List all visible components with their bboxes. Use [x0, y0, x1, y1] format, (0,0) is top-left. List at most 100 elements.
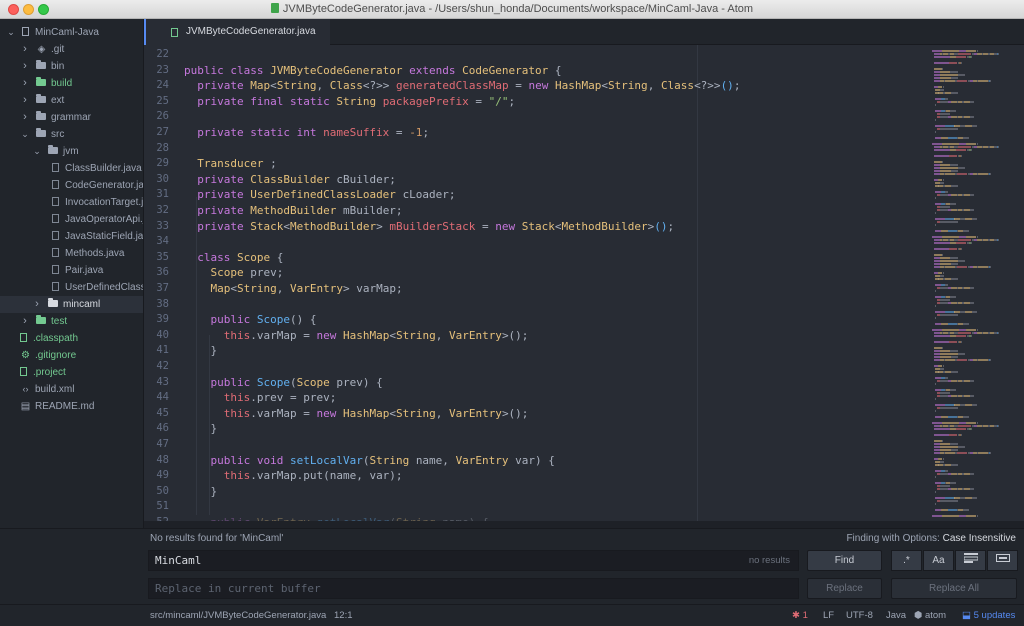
- minimap-line: [977, 359, 988, 361]
- code-line: private Stack<MethodBuilder> mBuilderSta…: [184, 219, 675, 233]
- tree-item[interactable]: › test: [0, 313, 143, 330]
- status-updates[interactable]: ⬓ 5 updates: [962, 605, 1015, 626]
- tree-item[interactable]: ⌄ jvm: [0, 143, 143, 160]
- line-number: 38: [156, 297, 169, 310]
- status-grammar[interactable]: Java: [886, 605, 906, 626]
- markdown-icon: ▤: [20, 401, 31, 412]
- minimap-line: [956, 80, 968, 82]
- tree-item[interactable]: InvocationTarget.java: [0, 194, 143, 211]
- tree-view[interactable]: ⌄ MinCaml-Java › ◈ .git › bin › build › ext › gramma…: [0, 19, 144, 528]
- tree-item[interactable]: JavaStaticField.java: [0, 228, 144, 245]
- tree-item-label: .classpath: [33, 333, 79, 344]
- tree-item[interactable]: › ◈ .git: [0, 41, 143, 58]
- minimap-line: [940, 137, 948, 139]
- minimap-line: [950, 443, 958, 445]
- tree-item[interactable]: › build: [0, 75, 143, 92]
- minimap-line: [965, 515, 976, 517]
- minimap-line: [976, 143, 978, 145]
- minimap-line: [948, 434, 957, 436]
- chevron-right-icon[interactable]: ›: [20, 313, 30, 330]
- bug-report[interactable]: ✱ 1: [792, 605, 808, 626]
- replace-all-button[interactable]: Replace All: [891, 578, 1017, 599]
- tree-item[interactable]: ClassBuilder.java: [0, 160, 143, 177]
- find-options-value: Case Insensitive: [942, 533, 1016, 544]
- minimap-line: [940, 257, 951, 259]
- tree-item-label: mincaml: [63, 299, 101, 310]
- code-line: public void setLocalVar(String name, Var…: [184, 453, 555, 467]
- minimap-line: [976, 236, 978, 238]
- minimap-line: [940, 446, 959, 448]
- minimap-line: [944, 266, 956, 268]
- tree-item[interactable]: ▤ README.md: [0, 398, 143, 415]
- tree-item[interactable]: CodeGenerator.java: [0, 177, 143, 194]
- tree-item-label: JavaStaticField.java: [65, 231, 144, 242]
- tree-item[interactable]: UserDefinedClassLoader.java: [0, 279, 143, 296]
- find-result-count: no results: [748, 555, 790, 566]
- chevron-right-icon[interactable]: ›: [20, 41, 30, 58]
- tree-item[interactable]: JavaOperatorApi.java: [0, 211, 143, 228]
- tab-jvmbytecodegenerator[interactable]: JVMByteCodeGenerator.java: [144, 19, 330, 45]
- chevron-down-icon[interactable]: ⌄: [32, 143, 42, 160]
- tree-item[interactable]: ⚙ .gitignore: [0, 347, 143, 364]
- whole-word-toggle[interactable]: [987, 550, 1018, 571]
- folder-icon: [36, 94, 46, 103]
- minimap-line: [960, 155, 962, 157]
- line-number: 28: [156, 141, 169, 154]
- tree-item[interactable]: ‹› build.xml: [0, 381, 143, 398]
- replace-input[interactable]: Replace in current buffer: [148, 578, 799, 599]
- tree-item[interactable]: › mincaml: [0, 296, 143, 313]
- minimap-line: [963, 416, 969, 418]
- minimap-line: [933, 161, 943, 163]
- status-encoding[interactable]: UTF-8: [846, 605, 873, 626]
- line-number: 32: [156, 204, 169, 216]
- tree-item[interactable]: › ext: [0, 92, 143, 109]
- chevron-right-icon[interactable]: ›: [20, 109, 30, 126]
- tree-item[interactable]: › bin: [0, 58, 143, 75]
- tree-item[interactable]: ⌄ MinCaml-Java: [0, 24, 143, 41]
- status-line-ending[interactable]: LF: [823, 605, 834, 626]
- line-number: 46: [156, 422, 169, 435]
- code-icon: ‹›: [22, 384, 29, 394]
- chevron-right-icon[interactable]: ›: [20, 58, 30, 75]
- find-input[interactable]: MinCaml no results: [148, 550, 799, 571]
- chevron-right-icon[interactable]: ›: [20, 92, 30, 109]
- tree-item[interactable]: Methods.java: [0, 245, 143, 262]
- minimap-line: [950, 350, 958, 352]
- minimap-line: [965, 329, 976, 331]
- chevron-down-icon[interactable]: ⌄: [6, 24, 16, 41]
- minimap-line: [951, 464, 959, 466]
- status-package[interactable]: ⬢ atom: [914, 605, 946, 626]
- tree-item[interactable]: › grammar: [0, 109, 143, 126]
- code-line: Transducer ;: [184, 157, 277, 171]
- file-icon: [52, 180, 59, 189]
- case-sensitive-toggle[interactable]: Aa: [923, 550, 954, 571]
- minimap-line: [948, 248, 957, 250]
- in-selection-toggle[interactable]: [955, 550, 986, 571]
- status-cursor-position[interactable]: 12:1: [334, 605, 353, 626]
- document-icon: [270, 3, 279, 13]
- tree-item-label: MinCaml-Java: [35, 27, 99, 38]
- minimap-line: [970, 395, 974, 397]
- minimap-line: [940, 314, 959, 316]
- code-editor[interactable]: 22 23 public class JVMByteCodeGenerator ex…: [144, 45, 924, 521]
- minimap-line: [956, 56, 967, 58]
- chevron-right-icon[interactable]: ›: [20, 75, 30, 92]
- tree-item[interactable]: ⌄ src: [0, 126, 143, 143]
- tree-item[interactable]: .classpath: [0, 330, 143, 347]
- tree-item[interactable]: Pair.java: [0, 262, 143, 279]
- tree-item[interactable]: .project: [0, 364, 143, 381]
- find-button[interactable]: Find: [807, 550, 882, 571]
- minimap-line: [965, 236, 976, 238]
- minimap-line: [972, 497, 977, 499]
- replace-button[interactable]: Replace: [807, 578, 882, 599]
- minimap-line: [935, 311, 945, 313]
- minimap-line: [960, 434, 962, 436]
- minimap-line: [938, 365, 943, 367]
- minimap-line: [940, 302, 948, 304]
- minimap-line: [933, 68, 943, 70]
- minimap[interactable]: [924, 45, 1024, 521]
- chevron-right-icon[interactable]: ›: [32, 296, 42, 313]
- regex-toggle[interactable]: .*: [891, 550, 922, 571]
- chevron-down-icon[interactable]: ⌄: [20, 126, 30, 143]
- status-file-path[interactable]: src/mincaml/JVMByteCodeGenerator.java: [150, 605, 326, 626]
